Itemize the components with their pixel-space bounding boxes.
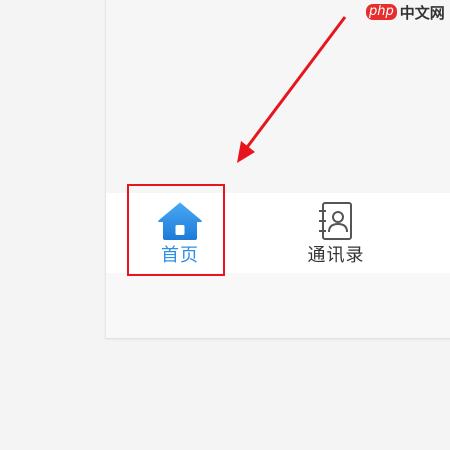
tab-contacts[interactable]: 通讯录 — [286, 193, 386, 273]
watermark: php 中文网 — [366, 0, 445, 24]
bottom-safe-area — [106, 273, 450, 338]
watermark-logo: php — [366, 4, 397, 20]
contacts-icon — [319, 202, 352, 240]
annotation-highlight-box — [127, 184, 225, 276]
app-screen: 首页 通讯录 — [105, 0, 450, 339]
watermark-text: 中文网 — [399, 3, 445, 22]
tab-contacts-label: 通讯录 — [307, 245, 365, 266]
